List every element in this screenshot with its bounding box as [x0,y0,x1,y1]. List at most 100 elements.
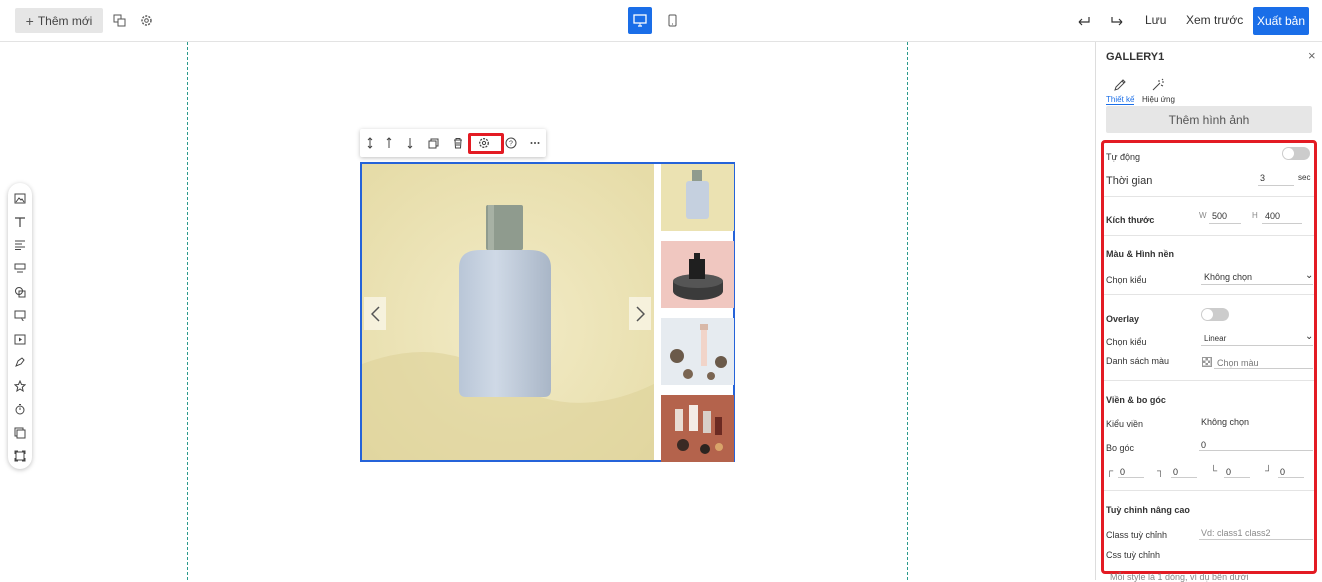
corner-bottom-left-input[interactable]: 0 [1226,467,1231,477]
move-up-icon[interactable] [379,133,399,153]
chevron-down-icon[interactable]: ⌄ [1305,270,1313,281]
corner-top-left-icon: ┌ [1106,466,1114,477]
gallery-thumbnail-2[interactable] [661,241,734,308]
border-style-label: Kiểu viền [1106,419,1144,429]
frame-icon[interactable] [10,444,30,467]
radius-underline [1199,450,1313,451]
overlay-style-select[interactable]: Linear [1204,334,1226,343]
gallery-thumbnail-3[interactable] [661,318,734,385]
auto-label: Tự động [1106,152,1141,162]
redo-icon[interactable] [1107,10,1127,30]
radius-input[interactable]: 0 [1201,440,1206,450]
magic-wand-icon [1153,78,1165,91]
mobile-view-button[interactable] [660,7,684,34]
width-label: W [1199,211,1207,220]
gallery-prev-arrow[interactable] [364,297,386,330]
duration-unit: sec [1298,173,1311,182]
corner-top-right-input[interactable]: 0 [1173,467,1178,477]
form-icon[interactable] [10,304,30,327]
duplicate-icon[interactable] [423,133,443,153]
delete-icon[interactable] [448,133,468,153]
shapes-icon[interactable] [10,281,30,304]
gallery-thumbnail-4[interactable] [661,395,734,462]
duration-input[interactable]: 3 [1260,173,1265,183]
corner-bottom-right-input[interactable]: 0 [1280,467,1285,477]
gallery-next-arrow[interactable] [629,297,651,330]
overlay-colors-picker[interactable]: Chọn màu [1217,358,1259,368]
close-icon[interactable]: × [1308,48,1316,63]
add-image-button[interactable]: Thêm hình ảnh [1106,106,1312,133]
image-icon[interactable] [10,187,30,210]
class-input[interactable]: Vd: class1 class2 [1201,528,1271,538]
corner-bottom-left-icon: └ [1210,466,1218,477]
overlay-section-label: Overlay [1106,314,1140,324]
chevron-left-icon [370,305,380,322]
border-style-select[interactable]: Không chọn [1201,417,1249,427]
tab-design[interactable]: Thiết kế [1106,78,1135,105]
settings-gear-icon[interactable] [136,10,156,30]
size-label: Kích thước [1106,215,1155,225]
desktop-view-button[interactable] [628,7,652,34]
chevron-down-icon[interactable]: ⌄ [1305,331,1313,342]
tab-design-label: Thiết kế [1106,95,1135,104]
video-icon[interactable] [10,327,30,350]
chevron-right-icon [635,305,645,322]
divider [1104,196,1314,197]
right-guide-line [907,42,908,580]
overlay-toggle[interactable] [1201,308,1229,321]
css-label: Css tuỳ chỉnh [1106,550,1161,560]
layers-icon[interactable] [109,10,129,30]
divider [1104,380,1314,381]
border-section-label: Viền & bo góc [1106,395,1166,405]
corner-underline [1224,477,1250,478]
corner-underline [1118,477,1144,478]
resize-vertical-icon[interactable] [360,133,380,153]
text-icon[interactable] [10,210,30,233]
advanced-section-label: Tuỳ chỉnh nâng cao [1106,505,1190,515]
height-label: H [1252,211,1258,220]
plus-icon: + [25,12,34,29]
corner-top-right-icon: ┐ [1157,466,1165,477]
gallery-icon[interactable] [10,421,30,444]
mobile-icon [668,14,676,27]
undo-icon[interactable] [1074,10,1094,30]
colors-underline [1214,368,1313,369]
divider [1104,490,1314,491]
pen-icon[interactable] [10,351,30,374]
left-guide-line [187,42,188,580]
star-icon[interactable] [10,374,30,397]
color-swatch-icon[interactable] [1202,357,1212,367]
more-icon[interactable] [525,133,545,153]
corner-underline [1171,477,1197,478]
add-new-label: Thêm mới [37,13,93,28]
bg-style-select[interactable]: Không chọn [1204,272,1252,282]
tab-effects[interactable]: Hiệu ứng [1142,78,1175,104]
preview-button[interactable]: Xem trước [1186,13,1243,27]
overlay-select-underline [1201,345,1313,346]
height-input[interactable]: 400 [1265,211,1280,221]
desktop-icon [633,14,647,27]
bg-section-label: Màu & Hình nền [1106,249,1174,259]
timer-icon[interactable] [10,398,30,421]
save-button[interactable]: Lưu [1145,13,1166,27]
help-icon[interactable]: ? [501,133,521,153]
corner-top-left-input[interactable]: 0 [1120,467,1125,477]
duration-underline [1258,185,1294,186]
tab-effects-label: Hiệu ứng [1142,95,1175,104]
duration-label: Thời gian [1106,175,1153,187]
add-new-button[interactable]: + Thêm mới [15,8,103,33]
css-hint: Mỗi style là 1 dòng, ví dụ bên dưới [1110,572,1249,582]
height-underline [1262,223,1302,224]
gallery-settings-section: Tự động Thời gian 3 sec Kích thước W 500… [1101,140,1317,574]
publish-button[interactable]: Xuất bản [1253,7,1309,35]
auto-toggle[interactable] [1282,147,1310,160]
divider [1104,294,1314,295]
paragraph-icon[interactable] [10,234,30,257]
move-down-icon[interactable] [400,133,420,153]
bg-select-underline [1201,284,1313,285]
class-label: Class tuỳ chỉnh [1106,530,1168,540]
gallery-thumbnail-1[interactable] [661,164,734,231]
width-input[interactable]: 500 [1212,211,1227,221]
button-element-icon[interactable] [10,257,30,280]
gallery-element[interactable] [360,162,735,462]
